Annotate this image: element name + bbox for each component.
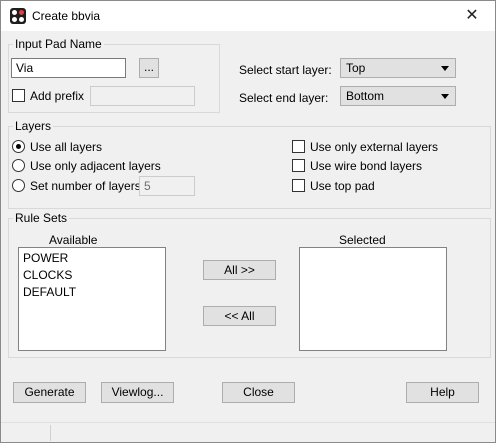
use-all-layers-radio-dot[interactable] <box>12 140 25 153</box>
status-bar <box>1 422 495 442</box>
set-number-layers-label: Set number of layers <box>30 179 141 193</box>
use-top-pad-label: Use top pad <box>310 179 375 193</box>
create-bbvia-dialog: Create bbvia ✕ Input Pad Name Via ... Ad… <box>0 0 496 443</box>
selected-label: Selected <box>339 233 386 247</box>
status-bar-divider <box>50 425 51 441</box>
use-top-pad-checkbox-box[interactable] <box>292 179 305 192</box>
set-number-layers-radio-dot[interactable] <box>12 179 25 192</box>
input-pad-group-label: Input Pad Name <box>13 37 104 51</box>
use-wire-bond-label: Use wire bond layers <box>310 159 423 173</box>
start-layer-label: Select start layer: <box>239 63 332 77</box>
app-icon <box>10 8 26 24</box>
set-number-layers-radio[interactable]: Set number of layers <box>12 179 141 195</box>
available-label: Available <box>49 233 98 247</box>
chevron-down-icon <box>441 94 449 99</box>
use-external-layers-checkbox[interactable]: Use only external layers <box>292 140 438 156</box>
use-all-layers-label: Use all layers <box>30 140 103 154</box>
list-item[interactable]: DEFAULT <box>23 284 161 301</box>
use-wire-bond-checkbox-box[interactable] <box>292 159 305 172</box>
list-item[interactable]: POWER <box>23 250 161 267</box>
prefix-input[interactable] <box>90 86 195 106</box>
use-adjacent-layers-radio[interactable]: Use only adjacent layers <box>12 159 161 175</box>
close-button[interactable]: Close <box>222 382 295 403</box>
end-layer-value: Bottom <box>346 89 385 103</box>
viewlog-button[interactable]: Viewlog... <box>101 382 174 403</box>
help-button[interactable]: Help <box>406 382 479 403</box>
layers-group-label: Layers <box>13 119 54 133</box>
pad-name-input[interactable]: Via <box>11 58 126 78</box>
number-of-layers-input[interactable]: 5 <box>139 176 195 196</box>
use-external-layers-label: Use only external layers <box>310 140 439 154</box>
start-layer-select[interactable]: Top <box>340 58 456 78</box>
add-prefix-checkbox[interactable]: Add prefix <box>12 89 84 105</box>
window-title: Create bbvia <box>32 9 101 23</box>
use-external-layers-checkbox-box[interactable] <box>292 140 305 153</box>
use-top-pad-checkbox[interactable]: Use top pad <box>292 179 375 195</box>
available-list[interactable]: POWER CLOCKS DEFAULT <box>18 247 166 351</box>
add-prefix-checkbox-box[interactable] <box>12 89 25 102</box>
add-all-button[interactable]: All >> <box>203 260 276 280</box>
selected-list[interactable] <box>299 247 447 351</box>
use-wire-bond-checkbox[interactable]: Use wire bond layers <box>292 159 422 175</box>
end-layer-select[interactable]: Bottom <box>340 86 456 106</box>
remove-all-button[interactable]: << All <box>203 306 276 326</box>
list-item[interactable]: CLOCKS <box>23 267 161 284</box>
title-bar[interactable]: Create bbvia ✕ <box>1 1 495 31</box>
use-adjacent-layers-label: Use only adjacent layers <box>30 159 161 173</box>
chevron-down-icon <box>441 66 449 71</box>
use-adjacent-layers-radio-dot[interactable] <box>12 159 25 172</box>
rule-sets-group-label: Rule Sets <box>13 211 70 225</box>
close-icon[interactable]: ✕ <box>449 1 495 31</box>
generate-button[interactable]: Generate <box>13 382 86 403</box>
browse-button[interactable]: ... <box>139 58 159 78</box>
start-layer-value: Top <box>346 61 366 75</box>
use-all-layers-radio[interactable]: Use all layers <box>12 140 102 156</box>
add-prefix-label: Add prefix <box>30 89 85 103</box>
end-layer-label: Select end layer: <box>239 91 329 105</box>
